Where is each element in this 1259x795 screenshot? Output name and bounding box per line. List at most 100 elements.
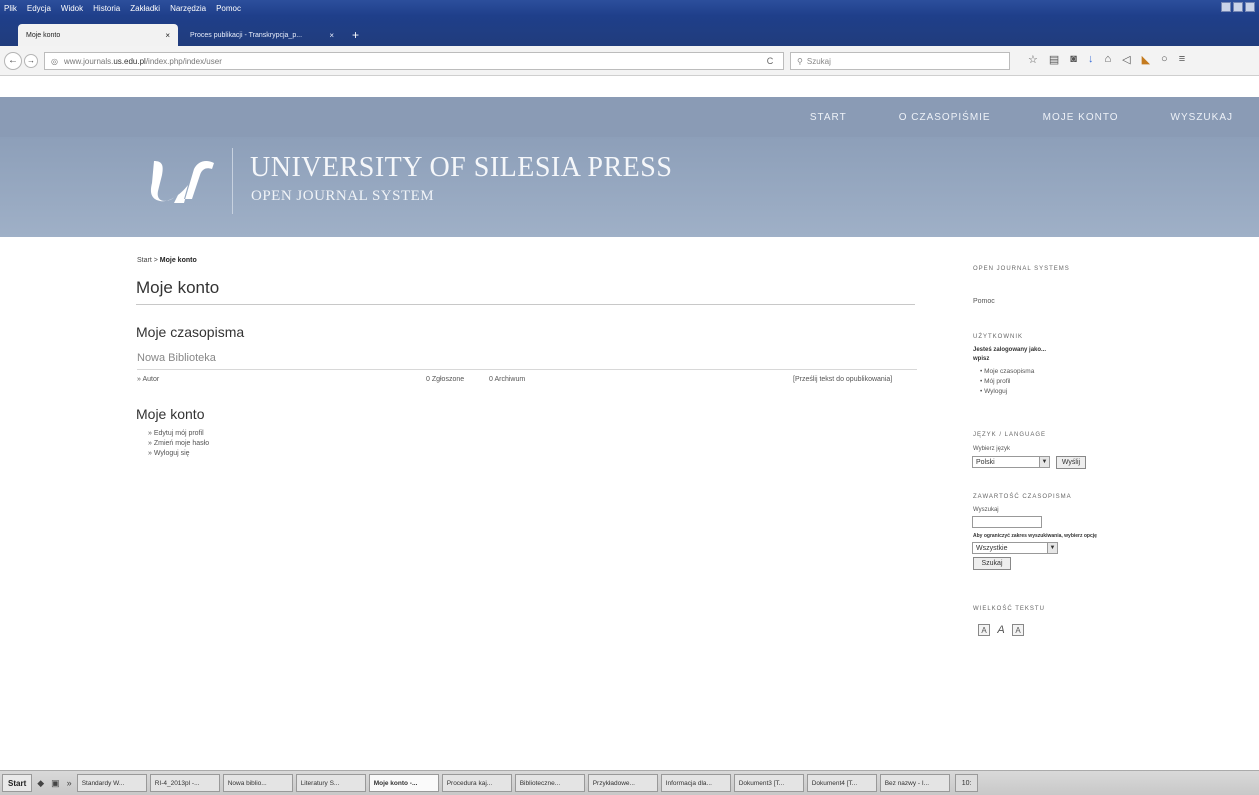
breadcrumb-start[interactable]: Start [137,257,152,264]
sidebar-item-my-journals[interactable]: • Moje czasopisma [980,368,1034,375]
submitted-count-link[interactable]: 0 Zgłoszone [426,376,464,383]
logout-link[interactable]: » Wyloguj się [148,450,190,457]
edit-profile-link[interactable]: » Edytuj mój profil [148,430,204,437]
reload-icon[interactable]: C [760,52,780,70]
bookmarks-icon[interactable]: ▤ [1049,53,1059,66]
journals-heading: Moje czasopisma [136,324,245,340]
window-controls [1221,2,1255,12]
close-icon[interactable]: × [329,31,334,40]
search-scope-select[interactable]: Wszystkie ▼ [972,542,1058,554]
language-selected-value: Polski [976,458,995,466]
sidebar-item-label: Mój profil [984,378,1011,385]
home-icon[interactable]: ⌂ [1104,53,1111,66]
menu-item-view[interactable]: Widok [61,4,83,13]
globe-icon: ◎ [51,56,58,66]
browser-search-input[interactable]: ⚲ Szukaj [790,52,1010,70]
tab-publication-process[interactable]: Proces publikacji - Transkrypcja_p... × [182,24,342,46]
font-large-icon[interactable]: A [1012,624,1024,636]
language-select[interactable]: Polski ▼ [972,456,1050,468]
taskbar-item[interactable]: Standardy W... [76,774,147,792]
nav-link-about[interactable]: O CZASOPIŚMIE [899,112,991,123]
journal-name-link[interactable]: Nowa Biblioteka [137,352,216,364]
minimize-button[interactable] [1221,2,1231,12]
star-icon[interactable]: ☆ [1028,53,1038,66]
menu-item-edit[interactable]: Edycja [27,4,51,13]
browser-menubar: Plik Edycja Widok Historia Zakładki Narz… [0,0,1259,16]
role-author-link[interactable]: » Autor [137,376,159,383]
back-button[interactable]: ← [4,51,22,70]
taskbar-item[interactable]: Procedura kaj... [441,774,512,792]
quick-launch-icon[interactable]: ◆ [35,778,46,789]
search-scope-selected-value: Wszystkie [976,544,1008,552]
browser-navbar: ← → ◎ www.journals. us.edu.pl/index.php/i… [0,46,1259,76]
share-icon[interactable]: ◁ [1122,53,1130,66]
breadcrumb: Start > Moje konto [137,257,197,264]
start-button[interactable]: Start [2,774,33,792]
close-icon[interactable]: × [165,31,170,40]
breadcrumb-separator: > [151,257,160,264]
forward-button[interactable]: → [24,53,38,68]
nav-link-start[interactable]: START [810,112,847,123]
search-button[interactable]: Szukaj [973,557,1011,570]
new-submission-link[interactable]: [Prześlij tekst do opublikowania] [793,376,892,383]
new-tab-button[interactable]: + [346,24,365,46]
taskbar-item[interactable]: Informacja dla... [660,774,731,792]
chat-icon[interactable]: ○ [1161,53,1168,66]
font-small-icon[interactable]: A [978,624,990,636]
pocket-icon[interactable]: ◙ [1070,53,1077,66]
language-submit-button[interactable]: Wyślij [1056,456,1086,469]
taskbar-item[interactable]: Przykładowe... [587,774,658,792]
tab-my-account[interactable]: Moje konto × [18,24,178,46]
nav-link-my-account[interactable]: MOJE KONTO [1043,112,1119,123]
system-tray-clock[interactable]: 10: [954,774,979,792]
nav-link-search[interactable]: WYSZUKAJ [1171,112,1233,123]
logo-separator [232,148,233,214]
taskbar-item[interactable]: Biblioteczne... [514,774,585,792]
sidebar-item-logout[interactable]: • Wyloguj [980,388,1007,395]
site-nav: START O CZASOPIŚMIE MOJE KONTO WYSZUKAJ [0,97,1259,137]
search-scope-label: Aby ograniczyć zakres wyszukiwania, wybi… [973,533,1097,539]
hamburger-menu-icon[interactable]: ≡ [1179,53,1185,66]
url-prefix: www.journals. [63,56,114,66]
download-icon[interactable]: ↓ [1088,53,1094,66]
taskbar-item[interactable]: Literatury S... [295,774,366,792]
menu-item-file[interactable]: Plik [4,4,17,13]
journal-search-input[interactable] [972,516,1042,528]
tab-label: Moje konto [26,31,61,39]
quick-launch-icon[interactable]: ▣ [49,778,62,789]
search-placeholder: Szukaj [806,56,831,66]
url-bar[interactable]: ◎ www.journals. us.edu.pl/index.php/index… [44,52,784,70]
change-password-link[interactable]: » Zmień moje hasło [148,440,209,447]
ojs-link[interactable]: OPEN JOURNAL SYSTEMS [973,266,1070,272]
sidebar-item-my-profile[interactable]: • Mój profil [980,378,1010,385]
menu-item-bookmarks[interactable]: Zakładki [130,4,160,13]
divider [136,304,915,305]
maximize-button[interactable] [1233,2,1243,12]
menu-item-tools[interactable]: Narzędzia [170,4,206,13]
taskbar-item[interactable]: RI-4_2013pl -... [149,774,220,792]
font-medium-icon[interactable]: A [995,624,1007,636]
menu-item-help[interactable]: Pomoc [216,4,241,13]
addon-icon[interactable]: ◣ [1142,53,1150,66]
account-heading: Moje konto [136,406,205,422]
menu-item-history[interactable]: Historia [93,4,120,13]
taskbar-item[interactable]: Dokument4 [T... [806,774,877,792]
language-label: Wybierz język [973,446,1010,452]
archive-count-link[interactable]: 0 Archiwum [489,376,525,383]
taskbar-item[interactable]: Dokument3 [T... [733,774,804,792]
font-size-heading: WIELKOŚĆ TEKSTU [973,606,1045,612]
university-logo-icon [150,161,214,203]
taskbar-item[interactable]: Bez nazwy - I... [879,774,950,792]
quick-launch-icon[interactable]: » [65,778,74,788]
brand-subtitle: OPEN JOURNAL SYSTEM [251,188,435,204]
help-link[interactable]: Pomoc [973,298,995,305]
divider [137,369,917,370]
taskbar-item-active[interactable]: Moje konto -... [368,774,439,792]
browser-tabbar: Moje konto × Proces publikacji - Transkr… [0,16,1259,46]
search-icon: ⚲ [797,56,803,66]
close-button[interactable] [1245,2,1255,12]
tab-label: Proces publikacji - Transkrypcja_p... [190,31,303,39]
chevron-down-icon: ▼ [1039,457,1049,467]
taskbar-item[interactable]: Nowa biblio... [222,774,293,792]
logged-in-text: Jesteś zalogowany jako... [973,347,1047,353]
